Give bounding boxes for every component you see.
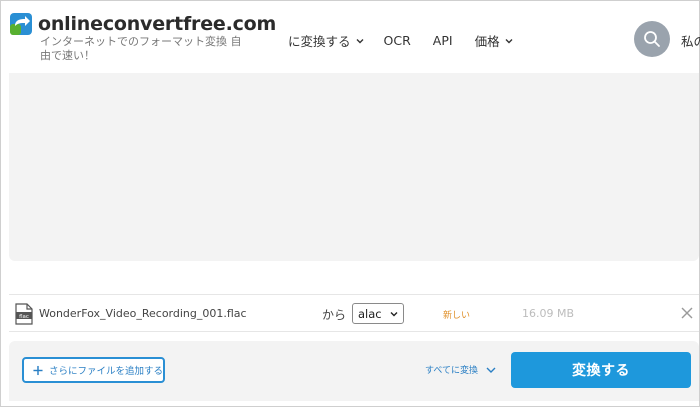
search-icon — [644, 31, 660, 47]
target-format-select[interactable]: alac — [352, 303, 404, 324]
main-nav: に変換する OCR API 価格 — [288, 31, 513, 50]
convert-button[interactable]: 変換する — [511, 352, 691, 388]
drop-zone[interactable] — [9, 73, 699, 261]
convert-all-dropdown[interactable]: すべてに変換 — [425, 363, 496, 376]
chevron-down-icon — [505, 38, 513, 43]
nav-item-ocr[interactable]: OCR — [384, 33, 411, 48]
plus-icon — [33, 365, 43, 375]
from-label: から — [322, 308, 347, 322]
search-button[interactable] — [634, 21, 670, 57]
file-icon: flac — [15, 303, 33, 325]
chevron-down-icon — [390, 312, 398, 317]
nav-item-convert-to[interactable]: に変換する — [288, 31, 364, 50]
file-row: flac WonderFox_Video_Recording_001.flac … — [9, 294, 699, 332]
nav-item-label: に変換する — [288, 34, 351, 49]
add-file-label: さらにファイルを追加する — [48, 366, 163, 377]
nav-item-label: API — [432, 33, 453, 48]
nav-item-pricing[interactable]: 価格 — [475, 31, 513, 50]
convert-all-label: すべてに変換 — [425, 366, 479, 376]
account-menu[interactable]: 私の — [681, 31, 700, 50]
status-badge: 新しい — [443, 311, 471, 321]
site-header: onlineconvertfree.com インターネットでのフォーマット変換 … — [2, 2, 700, 72]
file-icon-label: flac — [19, 314, 29, 320]
app-window: onlineconvertfree.com インターネットでのフォーマット変換 … — [0, 0, 700, 407]
chevron-down-icon — [356, 38, 364, 43]
tagline: インターネットでのフォーマット変換 自由で速い！ — [40, 35, 242, 62]
brand-name[interactable]: onlineconvertfree.com — [38, 13, 276, 35]
convert-button-label: 変換する — [572, 363, 630, 379]
file-name: WonderFox_Video_Recording_001.flac — [39, 307, 247, 320]
add-file-button[interactable]: さらにファイルを追加する — [22, 357, 165, 383]
nav-item-label: OCR — [383, 33, 411, 48]
target-format-value: alac — [358, 306, 382, 321]
logo-icon — [10, 13, 32, 35]
file-size: 16.09 MB — [522, 307, 575, 320]
chevron-down-icon — [486, 367, 496, 373]
nav-item-label: 価格 — [474, 34, 500, 49]
nav-item-api[interactable]: API — [433, 33, 453, 48]
close-icon[interactable] — [680, 306, 694, 320]
action-bar: さらにファイルを追加する すべてに変換 変換する — [9, 341, 699, 401]
